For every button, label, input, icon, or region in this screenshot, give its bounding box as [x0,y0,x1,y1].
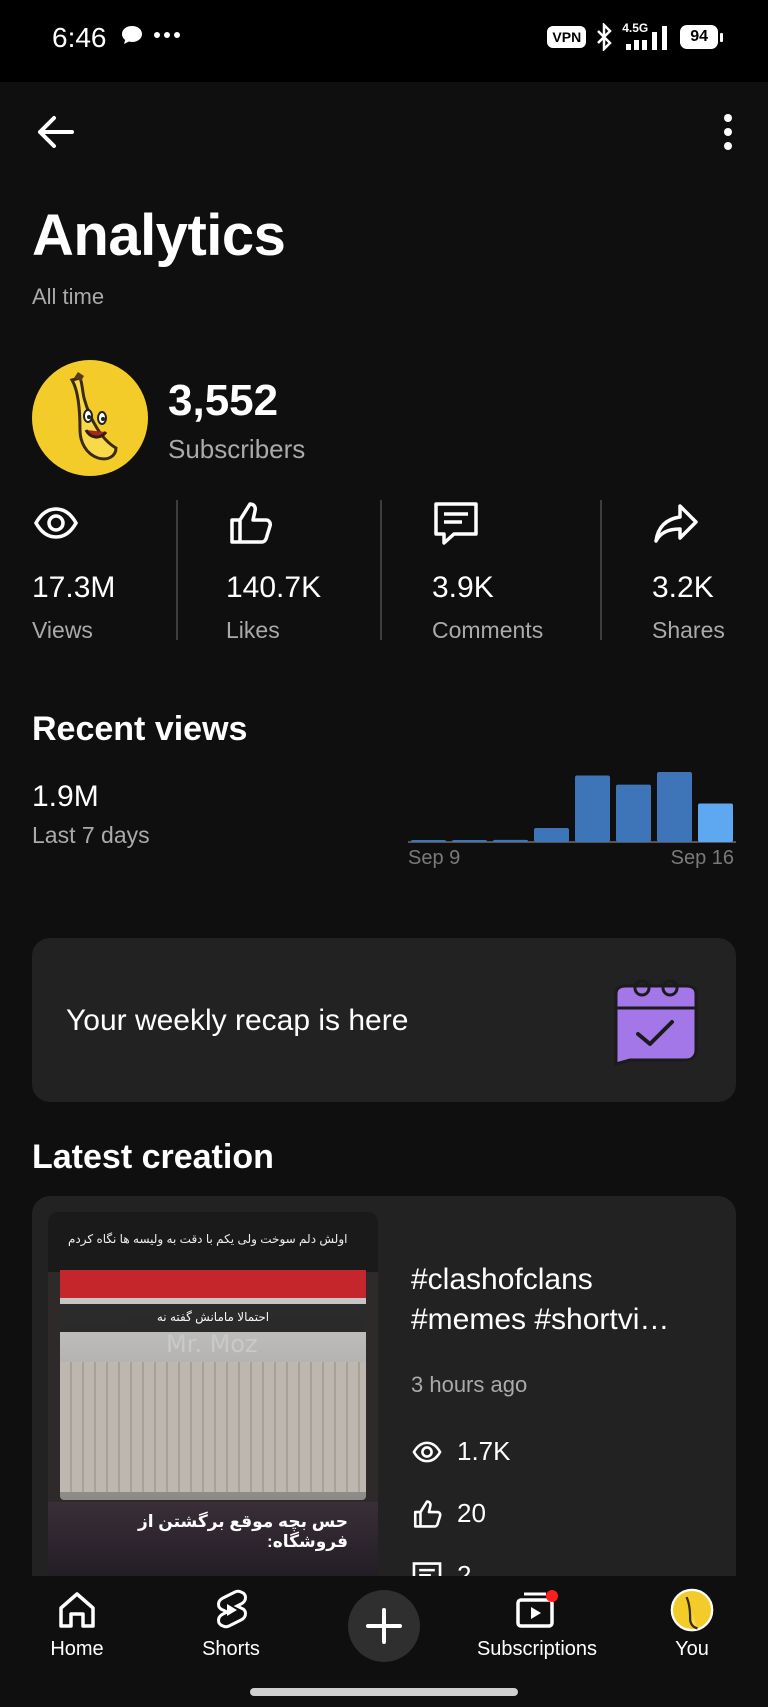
video-views-value: 1.7K [457,1436,511,1466]
video-title[interactable]: #clashofclans #memes #shortvi… [411,1260,711,1340]
recent-views-title: Recent views [32,710,248,748]
home-icon [59,1592,95,1628]
nav-home[interactable]: Home [44,1588,110,1661]
status-right: VPN 4.5G 94 [547,22,723,52]
profile-avatar-icon [670,1588,714,1632]
video-likes: 20 [411,1498,486,1529]
stat-divider [600,500,602,640]
banana-avatar-icon [69,372,118,461]
thumbs-up-icon [230,502,272,544]
eye-icon [412,1441,442,1462]
more-dots-icon [154,32,180,38]
thumbnail-pegboard [60,1362,366,1492]
video-likes-value: 20 [457,1498,486,1528]
stat-value: 140.7K [226,571,322,604]
channel-avatar[interactable] [32,360,148,476]
thumbnail-bottom-text: حس بچه موقع برگشتن از فروشگاه: [137,1512,348,1551]
chart-bar [575,775,610,842]
signal-icon [626,26,668,50]
stat-divider [380,500,382,640]
thumbnail-band: احتمالا مامانش گفته نه [60,1304,366,1332]
comment-icon [434,502,478,545]
battery-indicator: 94 [680,25,723,49]
weekly-recap-card[interactable]: Your weekly recap is here [32,938,736,1102]
nav-subscriptions-label: Subscriptions [476,1638,598,1660]
message-icon [122,26,142,44]
latest-creation-card[interactable]: اولش دلم سوخت ولی یکم با دقت به ولیسه ها… [32,1196,736,1576]
recap-text: Your weekly recap is here [66,1004,409,1037]
stat-label: Likes [226,617,280,643]
home-indicator[interactable] [250,1688,518,1696]
stat-value: 3.9K [432,571,494,604]
stat-label: Comments [432,617,544,643]
stat-label: Shares [652,617,725,643]
signal-indicator: 4.5G [622,22,672,52]
stat-value: 17.3M [32,571,116,604]
subscriptions-icon [516,1590,558,1628]
chart-end-label: Sep 16 [670,847,734,869]
video-views: 1.7K [411,1436,511,1467]
vpn-badge: VPN [547,26,587,48]
chart-bar [452,840,487,842]
more-options-button[interactable] [716,110,740,154]
nav-home-label: Home [50,1638,104,1660]
chart-bar [616,784,651,842]
recent-views-value: 1.9M [32,780,99,813]
chart-bar [411,840,446,842]
page-title: Analytics [32,203,286,268]
video-thumbnail[interactable]: اولش دلم سوخت ولی یکم با دقت به ولیسه ها… [48,1212,378,1576]
nav-you[interactable]: You [664,1588,720,1661]
recent-views-period: Last 7 days [32,822,150,848]
nav-subscriptions[interactable]: Subscriptions [472,1588,602,1661]
stat-likes[interactable]: 140.7K Likes [226,500,321,644]
chart-bar [493,839,528,842]
status-left-icons [120,24,180,46]
page-subtitle: All time [32,284,105,309]
status-bar: 6:46 VPN 4.5G 94 [0,0,768,82]
latest-creation-title: Latest creation [32,1138,274,1176]
stat-views[interactable]: 17.3M Views [32,500,115,644]
thumbs-up-icon [413,1499,442,1528]
chart-bar [657,772,692,842]
bluetooth-icon [597,23,612,51]
thumbnail-price-strip [60,1270,366,1298]
thumbnail-band-text: احتمالا مامانش گفته نه [156,1310,270,1324]
nav-shorts[interactable]: Shorts [196,1588,266,1661]
plus-icon [366,1608,402,1644]
subscriber-count: 3,552 [168,376,279,425]
nav-you-label: You [675,1638,709,1660]
stat-value: 3.2K [652,571,714,604]
nav-shorts-label: Shorts [202,1638,260,1660]
kebab-menu-icon [724,114,732,150]
video-comments-value: 2 [457,1560,472,1576]
status-time: 6:46 [52,22,107,53]
thumbnail-caption: اولش دلم سوخت ولی یکم با دقت به ولیسه ها… [68,1232,348,1246]
video-time-ago: 3 hours ago [411,1372,528,1397]
stat-divider [176,500,178,640]
thumbnail-watermark: Mr. Moz [166,1330,258,1358]
stat-label: Views [32,617,93,643]
eye-icon [33,507,79,539]
create-button[interactable] [348,1590,420,1662]
calendar-check-icon [614,979,698,1066]
chart-bar [534,828,569,842]
comment-icon [412,1561,442,1576]
subscriber-label: Subscribers [168,434,306,464]
chart-start-label: Sep 9 [408,847,461,869]
stat-comments[interactable]: 3.9K Comments [432,500,543,644]
share-icon [654,504,698,543]
back-button[interactable] [32,110,80,154]
video-comments: 2 [411,1560,471,1576]
chart-bar [698,803,733,842]
stat-shares[interactable]: 3.2K Shares [652,500,725,644]
back-arrow-icon [38,116,74,148]
shorts-icon [217,1589,247,1629]
